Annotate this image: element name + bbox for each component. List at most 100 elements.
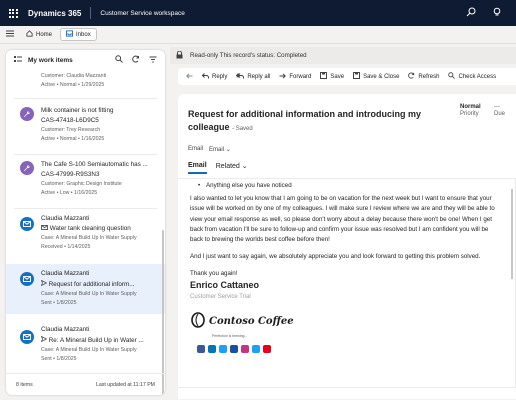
- linkedin-icon[interactable]: [208, 345, 216, 354]
- search-icon[interactable]: [115, 55, 123, 65]
- item-status: Active • Normal • 1/16/2025: [41, 136, 105, 142]
- priority-field: Normal Priority: [460, 104, 481, 117]
- social-links: [197, 345, 502, 354]
- forward-button[interactable]: Forward: [279, 72, 312, 81]
- app-name[interactable]: Dynamics 365: [28, 9, 81, 18]
- twitter-icon[interactable]: [219, 345, 227, 354]
- email-paragraph: I also wanted to let you know that I am …: [190, 195, 495, 244]
- email-body: Anything else you have noticed I also wa…: [190, 181, 502, 354]
- email-body-frame[interactable]: Anything else you have noticed I also wa…: [178, 178, 516, 388]
- list-item-selected[interactable]: Claudia Mazzanti Request for additional …: [6, 264, 165, 314]
- list-item[interactable]: Milk container is not fitting CAS-47418-…: [6, 107, 165, 142]
- workspace-name[interactable]: Customer Service workspace: [100, 10, 185, 17]
- list-item[interactable]: Customer: Claudia Mazzanti Active • Norm…: [6, 73, 165, 88]
- save-label: Save: [330, 73, 345, 80]
- item-case: Case: A Mineral Build Up In Water Supply: [41, 291, 137, 297]
- item-case: Case: A Mineral Build Up In Water Supply: [41, 235, 137, 241]
- instagram-icon[interactable]: [241, 345, 249, 354]
- save-icon: [320, 72, 328, 81]
- forward-icon: [279, 72, 287, 81]
- forward-label: Forward: [289, 73, 312, 80]
- check-access-label: Check Access: [458, 73, 497, 80]
- lightbulb-icon[interactable]: [492, 7, 502, 19]
- readonly-text: Read-only This record's status: Complete…: [190, 52, 307, 59]
- command-bar: Reply Reply all Forward Save Save & Clos…: [178, 68, 516, 85]
- refresh-icon[interactable]: [132, 55, 140, 65]
- due-field: --- Due: [494, 104, 505, 117]
- list-item[interactable]: Claudia Mazzanti Re: A Mineral Build Up …: [6, 326, 165, 362]
- reply-all-button[interactable]: Reply all: [236, 72, 271, 81]
- hamburger-icon[interactable]: [6, 30, 16, 39]
- session-tab-bar: Home Inbox: [0, 26, 516, 44]
- work-items-header: My work items: [6, 50, 165, 70]
- item-subject: Re: A Mineral Build Up in Water ...: [41, 336, 159, 344]
- tab-related[interactable]: Related ⌄: [216, 162, 248, 174]
- reply-button[interactable]: Reply: [201, 72, 228, 81]
- pinterest-icon[interactable]: [263, 345, 271, 354]
- item-status: Sent • 1/8/2025: [41, 300, 77, 306]
- item-status: Received • 1/14/2025: [41, 244, 91, 250]
- company-logo: Contoso Coffee: [190, 312, 502, 332]
- item-title: Milk container is not fitting: [41, 107, 114, 114]
- app-launcher-icon[interactable]: [0, 0, 26, 26]
- save-close-label: Save & Close: [363, 73, 400, 80]
- page-title: Request for additional information and i…: [188, 109, 422, 132]
- work-items-footer: 8 items Last updated at 11:17 PM: [6, 373, 165, 395]
- save-close-button[interactable]: Save & Close: [353, 72, 399, 81]
- chevron-down-icon: ⌄: [225, 147, 231, 153]
- search-icon[interactable]: [466, 7, 476, 19]
- back-arrow-icon: [186, 72, 193, 81]
- logo-tagline: Perfection is brewing...: [212, 334, 248, 339]
- tab-label: Inbox: [76, 31, 91, 38]
- form-selector[interactable]: Email ⌄: [209, 146, 231, 153]
- item-customer: Customer: Graphic Design Institute: [41, 181, 122, 187]
- check-access-icon: [448, 72, 456, 81]
- item-subject-text: Request for additional inform...: [48, 281, 135, 288]
- form-tabs: Email Related ⌄: [188, 162, 248, 174]
- entity-type: Email Email ⌄: [188, 146, 231, 153]
- item-title: Claudia Mazzanti: [41, 326, 90, 333]
- reply-all-label: Reply all: [247, 73, 271, 80]
- readonly-banner: Read-only This record's status: Complete…: [170, 47, 516, 64]
- signature-company: Customer Service Trial: [190, 293, 251, 300]
- item-count: 8 items: [16, 381, 33, 388]
- divider: [14, 154, 157, 155]
- tab-email[interactable]: Email: [188, 162, 207, 174]
- messenger-icon[interactable]: [252, 345, 260, 354]
- item-title: Claudia Mazzanti: [41, 215, 90, 222]
- tab-inbox[interactable]: Inbox: [60, 28, 97, 41]
- item-id: CAS-47418-L6D9C5: [41, 117, 99, 124]
- priority-value: Normal: [460, 104, 481, 110]
- item-customer: Customer: Trey Research: [41, 127, 101, 133]
- item-status: Sent • 1/8/2025: [41, 356, 77, 362]
- inbox-icon: [66, 30, 74, 39]
- facebook-icon[interactable]: [197, 345, 205, 354]
- signature-name: Enrico Cattaneo: [190, 279, 260, 290]
- item-subject: Water tank cleaning question: [41, 225, 159, 232]
- scrollbar[interactable]: [162, 230, 164, 395]
- reply-all-icon: [236, 72, 245, 81]
- save-status: - Saved: [232, 126, 253, 132]
- refresh-button[interactable]: Refresh: [408, 72, 439, 81]
- tab-label: Home: [36, 31, 53, 38]
- tab-home[interactable]: Home: [21, 28, 57, 41]
- item-id: CAS-47999-R9S3N3: [41, 171, 100, 178]
- reply-label: Reply: [212, 73, 228, 80]
- email-scrollbar[interactable]: [511, 189, 513, 279]
- item-subject-text: Water tank cleaning question: [49, 225, 131, 232]
- form-selector-label: Email: [209, 147, 225, 153]
- item-title: The Cafe S-100 Semiautomatic has ...: [41, 161, 148, 168]
- check-access-button[interactable]: Check Access: [448, 72, 496, 81]
- email-form: Request for additional information and i…: [178, 94, 516, 399]
- work-items-panel: My work items Customer: Claudia Mazzanti…: [6, 50, 165, 395]
- social-icon[interactable]: [230, 345, 238, 354]
- list-item[interactable]: The Cafe S-100 Semiautomatic has ... CAS…: [6, 161, 165, 196]
- due-value: ---: [494, 104, 500, 110]
- list-item[interactable]: Claudia Mazzanti Water tank cleaning que…: [6, 215, 165, 250]
- item-customer: Customer: Claudia Mazzanti: [41, 73, 107, 79]
- back-button[interactable]: [186, 72, 193, 81]
- filter-icon[interactable]: [149, 55, 157, 65]
- list-view-icon[interactable]: [14, 55, 22, 65]
- email-paragraph: And I just want to say again, we absolut…: [190, 253, 481, 261]
- save-button[interactable]: Save: [320, 72, 344, 81]
